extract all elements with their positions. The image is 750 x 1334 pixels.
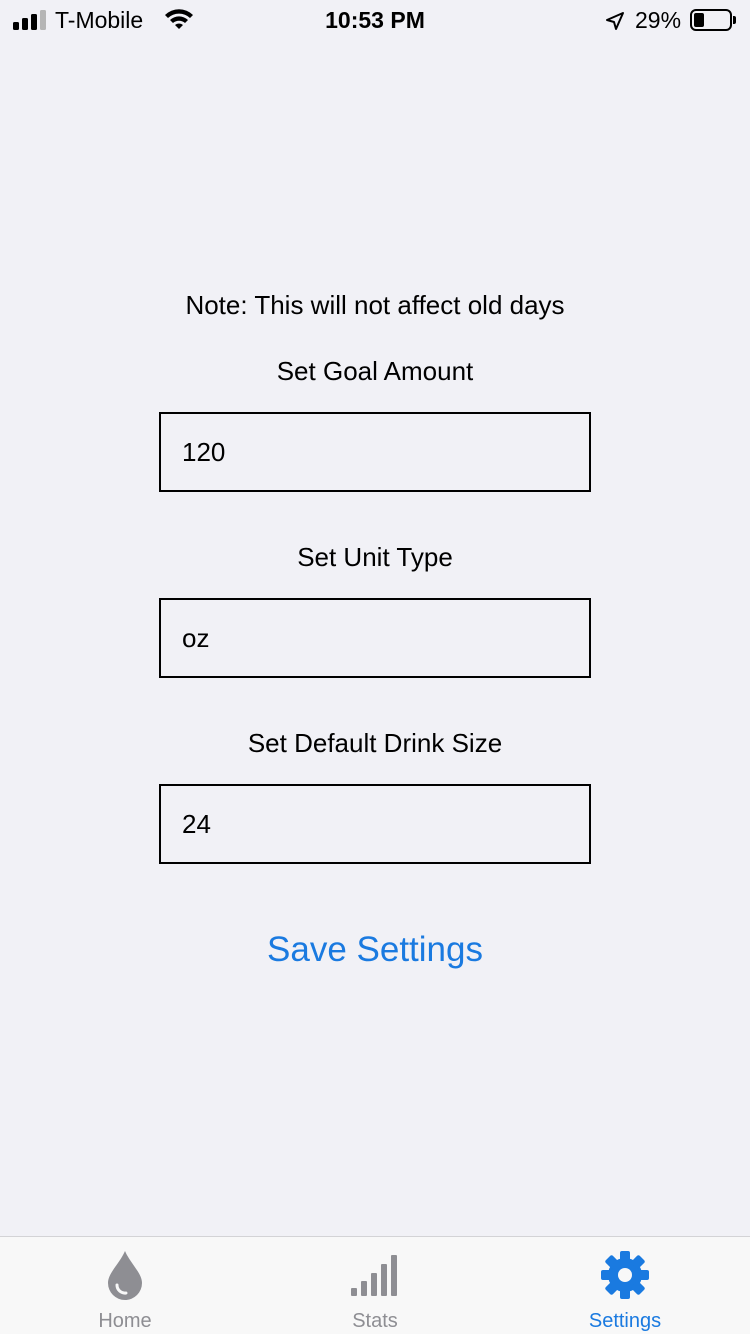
battery-percentage: 29% <box>635 7 682 33</box>
tab-settings-label: Settings <box>588 1310 662 1332</box>
status-bar: T-Mobile 10:53 PM 29% <box>0 0 750 40</box>
tab-stats[interactable]: Stats <box>250 1237 500 1334</box>
default-drink-size-input[interactable]: 24 <box>159 784 591 864</box>
location-arrow-icon <box>605 10 625 37</box>
tab-bar: Home Stats Settings <box>0 1236 750 1334</box>
bar-chart-icon <box>250 1249 500 1301</box>
settings-note: Note: This will not affect old days <box>185 290 565 320</box>
unit-type-value: oz <box>182 622 210 653</box>
default-drink-size-label: Set Default Drink Size <box>247 728 503 758</box>
gear-icon <box>500 1249 750 1301</box>
goal-amount-value: 120 <box>182 436 226 467</box>
goal-amount-input[interactable]: 120 <box>159 412 591 492</box>
tab-home-label: Home <box>98 1310 152 1332</box>
save-settings-button[interactable]: Save Settings <box>0 930 750 970</box>
tab-settings[interactable]: Settings <box>500 1237 750 1334</box>
unit-type-input[interactable]: oz <box>159 598 591 678</box>
tab-home[interactable]: Home <box>0 1237 250 1334</box>
goal-amount-label: Set Goal Amount <box>276 356 474 386</box>
water-drop-icon <box>0 1249 250 1301</box>
unit-type-label: Set Unit Type <box>297 542 453 572</box>
default-drink-size-value: 24 <box>182 808 211 839</box>
battery-icon <box>690 9 736 31</box>
tab-stats-label: Stats <box>352 1310 398 1332</box>
